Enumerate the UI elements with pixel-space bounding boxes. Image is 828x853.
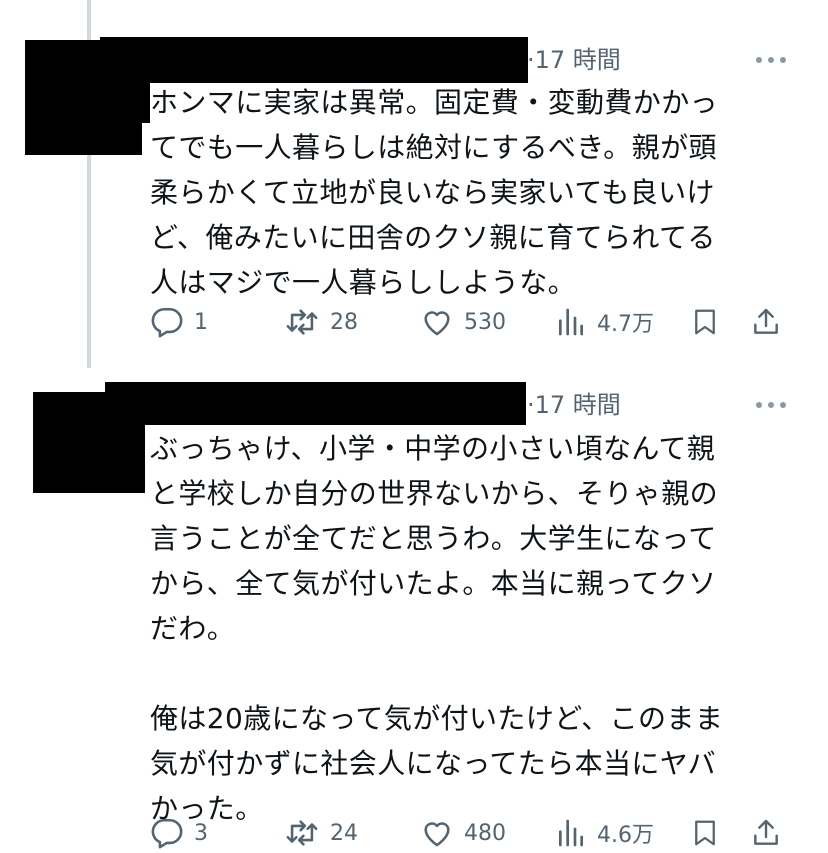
views-icon	[559, 308, 583, 336]
retweet-button[interactable]: 28	[284, 302, 358, 342]
more-icon[interactable]	[756, 55, 786, 65]
retweet-count: 28	[330, 309, 358, 335]
tweet[interactable]: ·17 時間 ホンマに実家は異常。固定費・変動費かかっ てでも一人暮らしは絶対に…	[0, 0, 828, 368]
bookmark-icon	[695, 820, 715, 846]
views-count: 4.6万	[597, 823, 654, 848]
views-button[interactable]: 4.7万	[555, 302, 654, 342]
retweet-icon	[286, 309, 318, 335]
like-icon	[424, 822, 450, 847]
share-icon	[754, 819, 778, 845]
reply-count: 3	[194, 820, 208, 846]
tweet-actions: 3 24 480 4.6万	[150, 813, 790, 853]
retweet-count: 24	[330, 820, 358, 846]
retweet-icon	[286, 820, 318, 846]
reply-button[interactable]: 3	[150, 813, 208, 853]
tweet-actions: 1 28 530 4.7万	[150, 302, 790, 342]
reply-icon	[151, 307, 183, 338]
views-count: 4.7万	[597, 312, 654, 337]
bookmark-button[interactable]	[690, 813, 720, 853]
like-button[interactable]: 530	[420, 302, 506, 342]
views-button[interactable]: 4.6万	[555, 813, 654, 853]
tweet-timestamp[interactable]: ·17 時間	[527, 390, 621, 420]
tweet[interactable]: ·17 時間 ぶっちゃけ、小学・中学の小さい頃なんて親 と学校しか自分の世界ない…	[0, 368, 828, 850]
bookmark-icon	[695, 309, 715, 335]
author-name-redacted[interactable]	[100, 37, 528, 83]
tweet-text: ぶっちゃけ、小学・中学の小さい頃なんて親 と学校しか自分の世界ないから、そりゃ親…	[150, 432, 724, 825]
like-button[interactable]: 480	[420, 813, 506, 853]
more-icon[interactable]	[756, 400, 786, 410]
reply-count: 1	[194, 309, 208, 335]
views-icon	[559, 819, 583, 847]
reply-button[interactable]: 1	[150, 302, 208, 342]
retweet-button[interactable]: 24	[284, 813, 358, 853]
reply-icon	[151, 818, 183, 849]
like-count: 480	[464, 820, 506, 846]
tweet-timestamp[interactable]: ·17 時間	[527, 45, 621, 75]
tweet-text: ホンマに実家は異常。固定費・変動費かかっ てでも一人暮らしは絶対にするべき。親が…	[150, 86, 719, 299]
share-button[interactable]	[750, 302, 782, 342]
like-icon	[424, 311, 450, 336]
share-button[interactable]	[750, 813, 782, 853]
author-name-redacted[interactable]	[105, 382, 526, 425]
like-count: 530	[464, 309, 506, 335]
bookmark-button[interactable]	[690, 302, 720, 342]
share-icon	[754, 308, 778, 334]
author-redaction-edge	[138, 83, 150, 123]
